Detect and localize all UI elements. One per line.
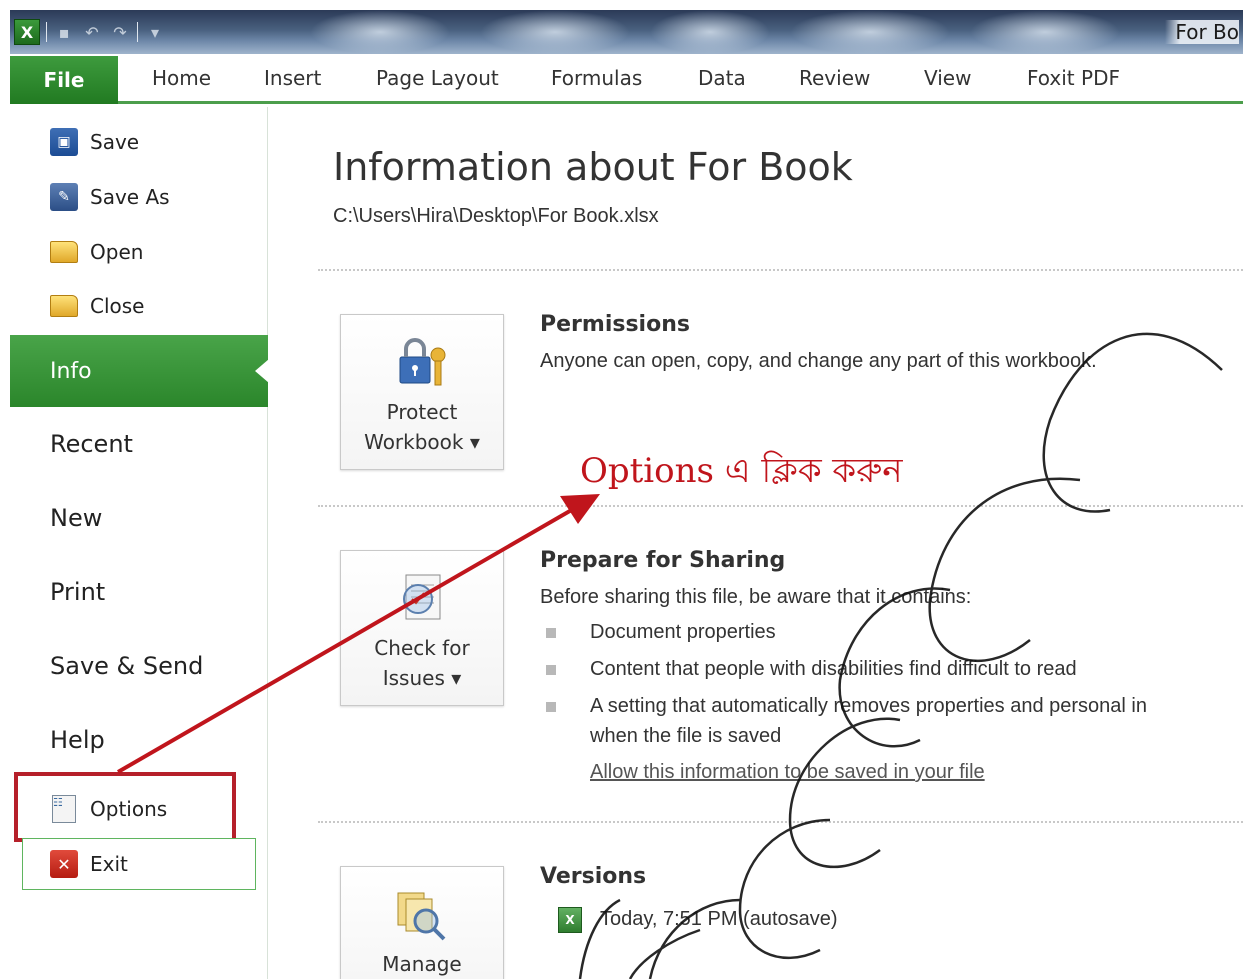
toolbar-separator (137, 22, 138, 42)
info-panel: Information about For Book C:\Users\Hira… (268, 107, 1243, 979)
save-icon[interactable]: ▪ (53, 21, 75, 43)
sharing-title: Prepare for Sharing (540, 548, 786, 573)
check-for-issues-label-1: Check for (374, 636, 470, 660)
tab-home[interactable]: Home (152, 66, 211, 90)
nav-recent[interactable]: Recent (50, 430, 133, 458)
page-title: Information about For Book (333, 145, 853, 189)
bullet-marker (546, 628, 556, 638)
window-title: For Bo (1165, 20, 1239, 44)
nav-open-label: Open (90, 240, 144, 264)
nav-save-as-label: Save As (90, 185, 170, 209)
undo-icon[interactable]: ↶ (81, 21, 103, 43)
exit-x-icon: ✕ (50, 850, 78, 878)
save-as-icon: ✎ (50, 183, 78, 211)
tab-page-layout[interactable]: Page Layout (376, 66, 499, 90)
tab-data[interactable]: Data (698, 66, 746, 90)
close-folder-icon (50, 292, 78, 320)
protect-workbook-button[interactable]: Protect Workbook ▾ (340, 314, 504, 470)
annotation-text: Options এ ক্লিক করুন (580, 451, 903, 491)
inspect-document-icon (392, 569, 452, 629)
nav-save-as[interactable]: ✎ Save As (50, 181, 170, 213)
redo-icon[interactable]: ↷ (109, 21, 131, 43)
excel-logo-icon[interactable]: X (14, 19, 40, 45)
nav-open[interactable]: Open (50, 236, 143, 268)
sharing-item-continued: when the file is saved (590, 725, 782, 747)
open-folder-icon (50, 238, 78, 266)
ribbon-tabs: File Home Insert Page Layout Formulas Da… (10, 54, 1243, 104)
section-divider (318, 821, 1243, 823)
manage-versions-label: Manage (382, 952, 462, 976)
tab-view[interactable]: View (924, 66, 971, 90)
file-path: C:\Users\Hira\Desktop\For Book.xlsx (333, 205, 659, 227)
protect-workbook-label-2: Workbook ▾ (364, 430, 480, 454)
tab-file[interactable]: File (10, 56, 118, 104)
padlock-key-icon (392, 333, 452, 393)
nav-close-label: Close (90, 294, 145, 318)
check-for-issues-label-2: Issues ▾ (382, 666, 462, 690)
nav-new[interactable]: New (50, 504, 102, 532)
quick-access-toolbar: X ▪ ↶ ↷ ▾ (10, 18, 166, 46)
permissions-title: Permissions (540, 312, 690, 337)
tab-review[interactable]: Review (799, 66, 870, 90)
nav-save[interactable]: ▣ Save (50, 126, 139, 158)
options-highlight-box (14, 772, 236, 842)
tab-insert[interactable]: Insert (264, 66, 321, 90)
protect-workbook-label-1: Protect (386, 400, 458, 424)
sharing-item: Document properties (590, 621, 776, 643)
sharing-intro: Before sharing this file, be aware that … (540, 586, 972, 608)
permissions-text: Anyone can open, copy, and change any pa… (540, 350, 1097, 372)
excel-file-icon: X (558, 907, 582, 933)
versions-title: Versions (540, 864, 647, 889)
nav-exit-label: Exit (90, 852, 128, 876)
bullet-marker (546, 665, 556, 675)
nav-help[interactable]: Help (50, 726, 105, 754)
nav-exit[interactable]: ✕ Exit (50, 848, 128, 880)
nav-close[interactable]: Close (50, 290, 144, 322)
version-entry[interactable]: Today, 7:51 PM (autosave) (600, 908, 838, 931)
section-divider (318, 269, 1243, 271)
nav-save-label: Save (90, 130, 140, 154)
check-for-issues-button[interactable]: Check for Issues ▾ (340, 550, 504, 706)
bullet-marker (546, 702, 556, 712)
title-bar: X ▪ ↶ ↷ ▾ For Bo (10, 10, 1243, 54)
manage-versions-button[interactable]: Manage (340, 866, 504, 979)
allow-info-link[interactable]: Allow this information to be saved in yo… (590, 761, 985, 784)
sharing-item: Content that people with disabilities fi… (590, 658, 1077, 680)
nav-save-send[interactable]: Save & Send (50, 652, 203, 680)
toolbar-separator (46, 22, 47, 42)
manage-versions-icon (392, 885, 452, 945)
sharing-item: A setting that automatically removes pro… (590, 695, 1147, 717)
tab-foxit-pdf[interactable]: Foxit PDF (1027, 66, 1120, 90)
customize-toolbar-icon[interactable]: ▾ (144, 21, 166, 43)
nav-info[interactable]: Info (10, 335, 269, 407)
tab-formulas[interactable]: Formulas (551, 66, 642, 90)
section-divider (318, 505, 1243, 507)
floppy-disk-icon: ▣ (50, 128, 78, 156)
nav-print[interactable]: Print (50, 578, 105, 606)
